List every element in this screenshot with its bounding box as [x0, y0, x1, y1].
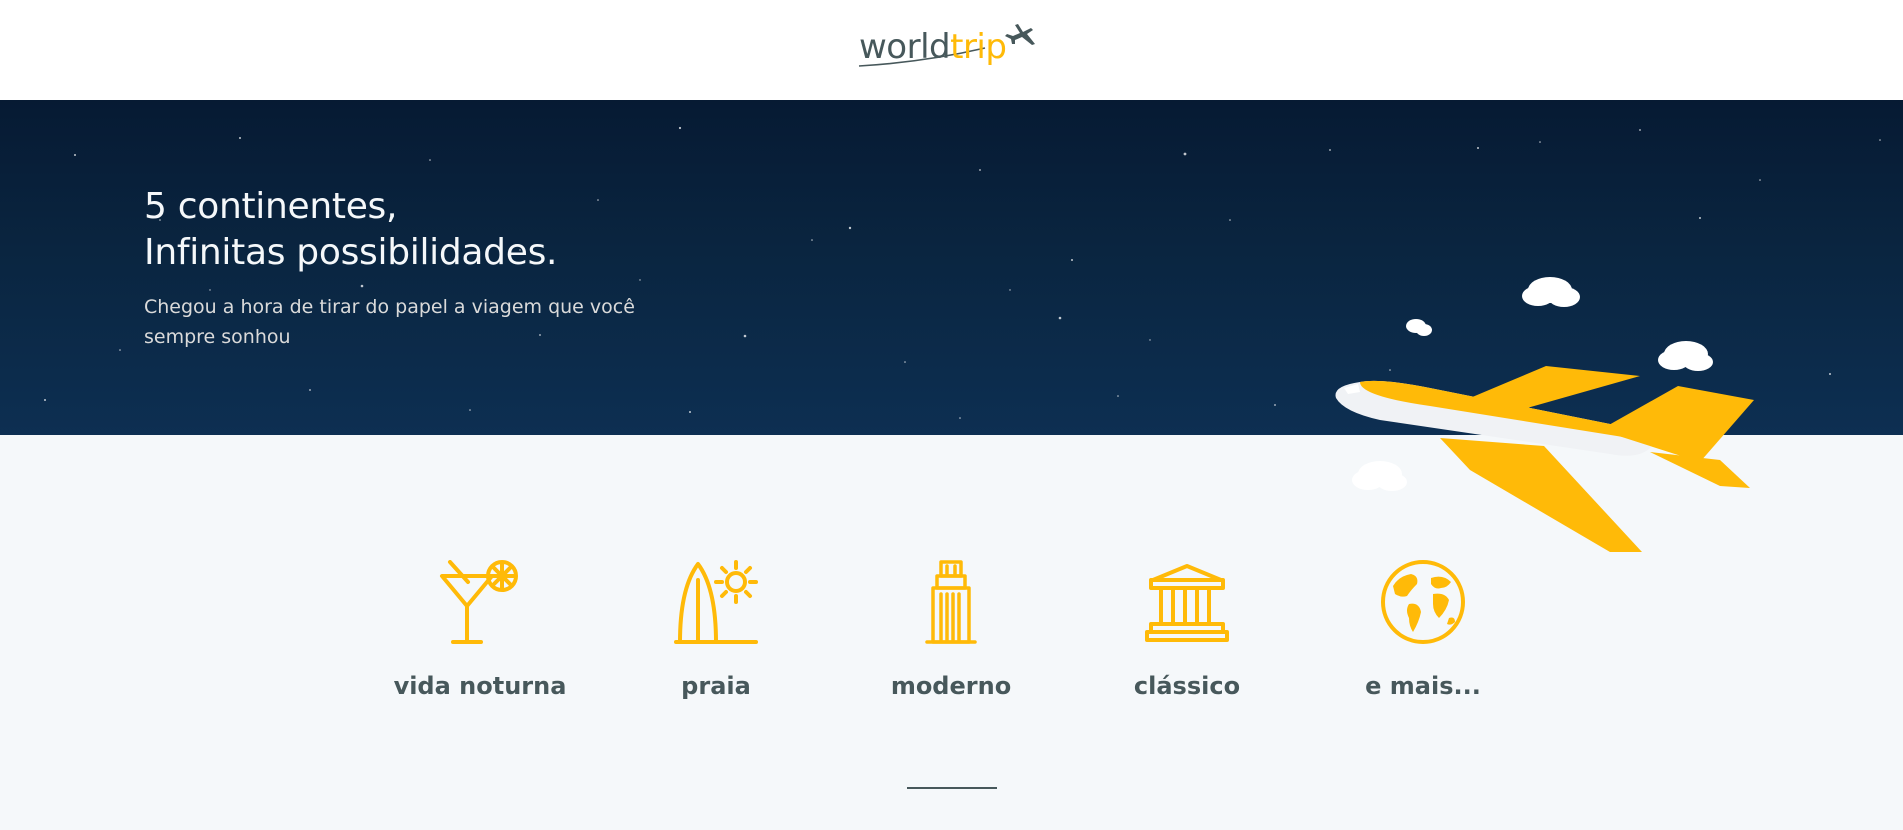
globe-icon	[1381, 560, 1465, 644]
type-item-vida-noturna[interactable]: vida noturna	[380, 560, 580, 710]
type-label: vida noturna	[393, 672, 567, 700]
section-divider	[907, 787, 997, 789]
logo-text: worldtrip	[859, 27, 1007, 67]
worldtrip-logo[interactable]: worldtrip	[855, 22, 1045, 78]
type-item-classico[interactable]: clássico	[1087, 560, 1287, 710]
type-item-praia[interactable]: praia	[616, 560, 816, 710]
type-label: clássico	[1133, 672, 1241, 700]
logo-word-world: world	[859, 27, 951, 67]
hero-title-line-1: 5 continentes,	[144, 186, 398, 227]
hero-title-line-2: Infinitas possibilidades.	[144, 232, 558, 273]
travel-types-section: vida noturna praia moderno clássico e ma…	[0, 560, 1903, 710]
hero-subtitle: Chegou a hora de tirar do papel a viagem…	[144, 296, 635, 348]
classical-building-icon	[1145, 564, 1229, 642]
type-item-e-mais[interactable]: e mais...	[1323, 560, 1523, 710]
logo-word-trip: trip	[950, 27, 1007, 67]
top-header: worldtrip	[0, 0, 1903, 100]
hero-banner: 5 continentes, Infinitas possibilidades.…	[0, 100, 1903, 552]
type-label: praia	[681, 672, 751, 700]
hero-title: 5 continentes, Infinitas possibilidades.	[144, 184, 557, 276]
type-label: moderno	[890, 672, 1012, 700]
type-item-moderno[interactable]: moderno	[851, 560, 1051, 710]
skyscraper-icon	[925, 560, 977, 644]
surfboard-sun-icon	[674, 560, 758, 644]
type-label: e mais...	[1365, 672, 1481, 700]
cocktail-icon	[440, 560, 518, 644]
airplane-illustration-icon	[1335, 277, 1754, 552]
